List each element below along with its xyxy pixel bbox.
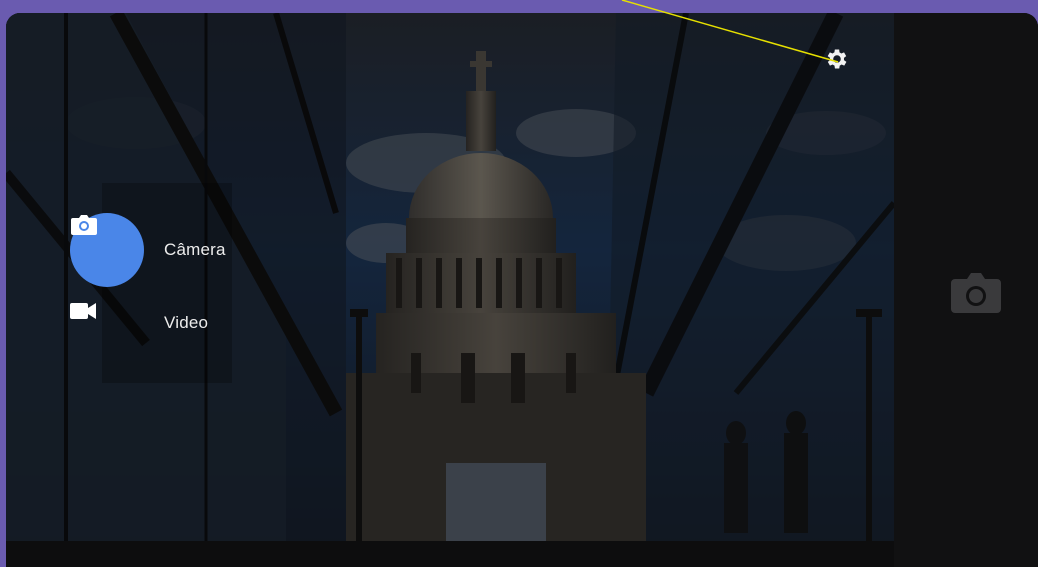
controls-side-panel: [894, 13, 1038, 567]
mode-label-video: Video: [164, 313, 209, 332]
mode-menu: Câmera Video: [70, 213, 310, 373]
settings-button[interactable]: [824, 46, 864, 78]
mode-video-icon-wrap: [70, 303, 144, 343]
mode-camera-icon-circle: [70, 213, 144, 287]
shutter-button[interactable]: [948, 271, 1004, 319]
camera-shutter-icon: [949, 271, 1003, 320]
camera-app-window: Câmera Video: [6, 13, 1038, 567]
mode-item-camera[interactable]: Câmera: [70, 213, 300, 287]
mode-item-video[interactable]: Video: [70, 303, 300, 343]
mode-label-camera: Câmera: [164, 240, 226, 259]
camera-viewfinder[interactable]: Câmera Video: [6, 13, 894, 541]
bottom-bar: [6, 541, 894, 567]
